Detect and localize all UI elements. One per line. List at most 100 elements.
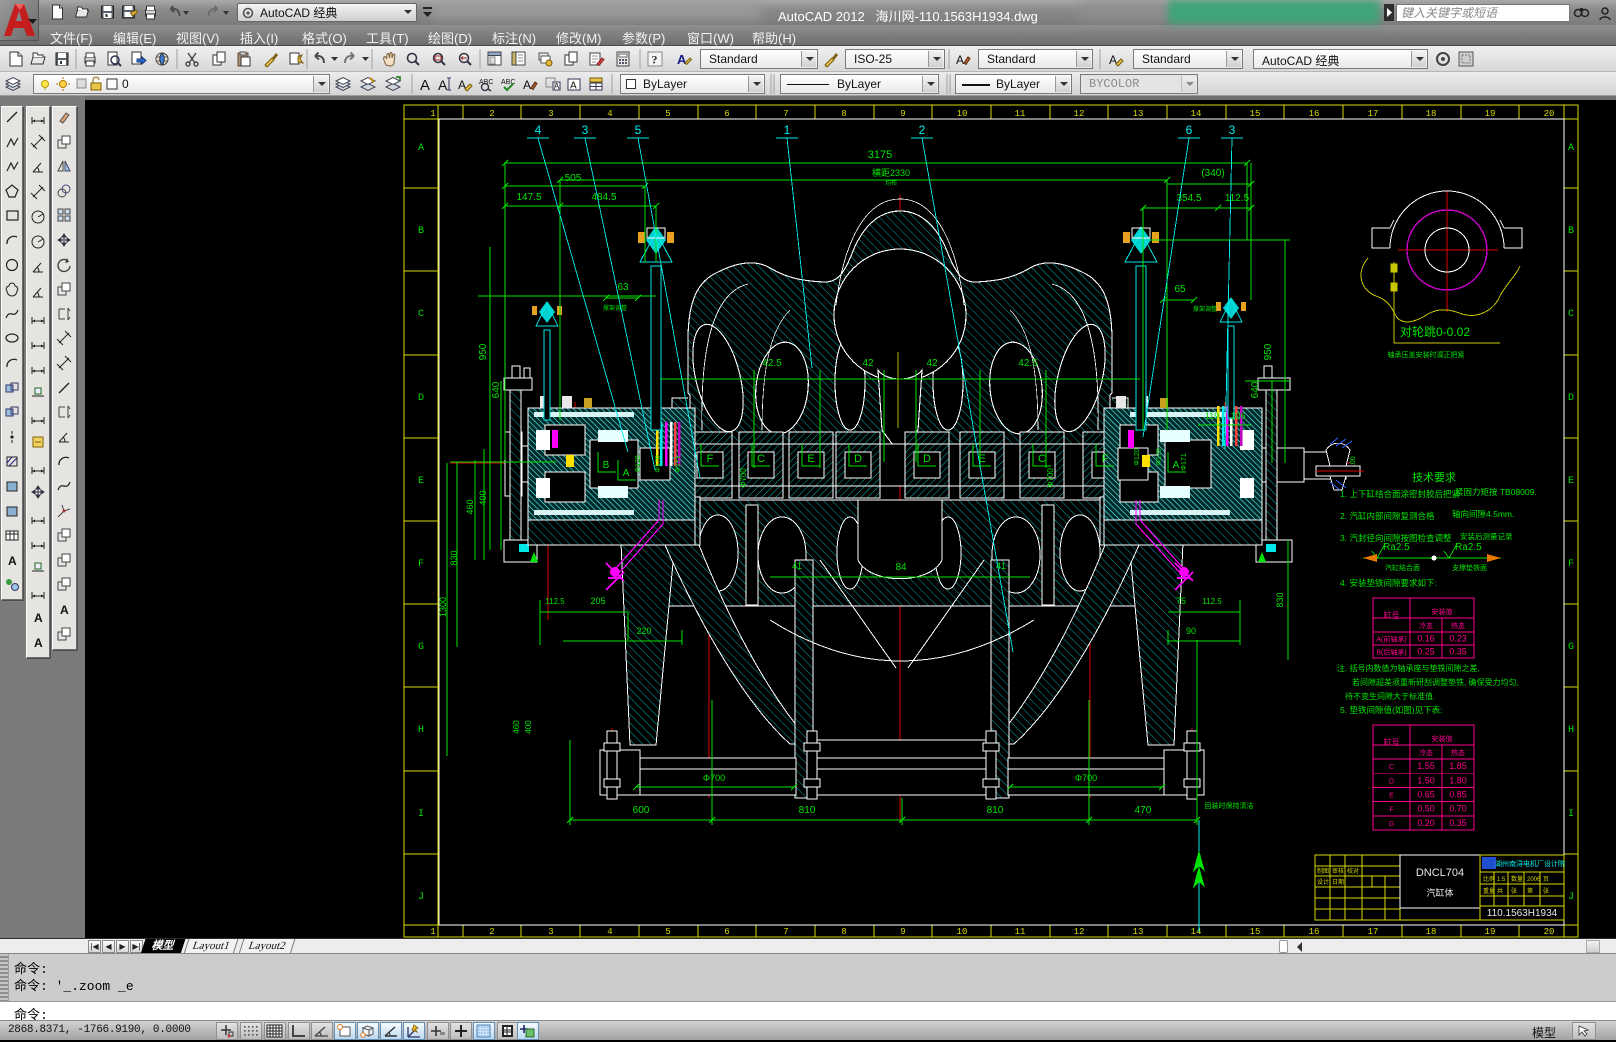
svg-text:Φ171: Φ171 [675,455,682,472]
svg-text:汽缸结合面: 汽缸结合面 [1385,563,1420,572]
svg-text:3175: 3175 [868,149,892,161]
svg-text:审核: 审核 [1332,867,1344,875]
svg-text:注. 括号内数值为轴承座与垫铁间隙之差,: 注. 括号内数值为轴承座与垫铁间隙之差, [1337,663,1480,673]
svg-text:110.1563H1934: 110.1563H1934 [1487,908,1558,919]
svg-text:A: A [418,143,424,154]
svg-text:1.55: 1.55 [1417,761,1435,771]
svg-text:41: 41 [792,561,802,571]
svg-text:撑架调整: 撑架调整 [1193,305,1217,313]
svg-text:0.50: 0.50 [1417,804,1435,814]
svg-text:支撑垫铁面: 支撑垫铁面 [1452,563,1487,572]
svg-text:G: G [1389,821,1394,828]
svg-text:42.5: 42.5 [762,358,782,369]
svg-text:20: 20 [1544,109,1555,119]
svg-text:0.35: 0.35 [1449,818,1467,828]
svg-text:对轮跳0-0.02: 对轮跳0-0.02 [1400,325,1470,339]
svg-text:安装后测量记录: 安装后测量记录 [1460,531,1513,541]
svg-text:1: 1 [784,123,791,137]
svg-text:C: C [757,453,765,465]
svg-text:42.5: 42.5 [1018,358,1038,369]
svg-text:6: 6 [1186,123,1193,137]
svg-text:共: 共 [1497,887,1503,895]
svg-text:H: H [1568,725,1574,736]
svg-text:校对: 校对 [1347,867,1359,875]
svg-text:2: 2 [489,109,494,119]
svg-text:18: 18 [1426,927,1437,937]
svg-text:Φ120: Φ120 [635,455,642,472]
svg-text:950: 950 [478,343,489,360]
svg-text:810: 810 [987,805,1004,816]
svg-text:1: 1 [430,109,435,119]
svg-text:缸号: 缸号 [1384,610,1400,620]
svg-text:A: A [623,468,630,479]
svg-text:B: B [418,226,424,237]
svg-text:A: A [1173,460,1180,471]
svg-text:G: G [1568,642,1574,653]
svg-text:D: D [1568,393,1574,404]
svg-text:220: 220 [636,626,651,636]
svg-text:1300: 1300 [438,597,448,617]
svg-text:F: F [1102,453,1109,465]
svg-text:400: 400 [478,490,488,505]
svg-text:技术要求: 技术要求 [1412,471,1456,484]
svg-text:紧固力矩按 TB08009.: 紧固力矩按 TB08009. [1455,487,1537,497]
svg-text:12: 12 [1074,927,1085,937]
svg-text:Ra2.5: Ra2.5 [1383,542,1410,553]
svg-text:J: J [1568,892,1574,903]
svg-text:9: 9 [900,109,905,119]
svg-text:12: 12 [1074,109,1085,119]
svg-text:Ra2.5: Ra2.5 [1455,542,1482,553]
svg-text:42: 42 [862,358,874,369]
svg-text:2: 2 [919,123,926,137]
svg-text:4: 4 [607,109,612,119]
svg-text:147.5: 147.5 [516,192,541,203]
svg-text:4. 安装垫铁间隙要求如下:: 4. 安装垫铁间隙要求如下: [1340,578,1437,588]
svg-text:600: 600 [633,805,650,816]
svg-text:19: 19 [1485,927,1496,937]
svg-text:1. 上下缸结合面涂密封胶后把紧: 1. 上下缸结合面涂密封胶后把紧 [1340,489,1460,499]
svg-text:18: 18 [1426,109,1437,119]
svg-text:回装时保持清洁: 回装时保持清洁 [1205,801,1254,810]
svg-text:E: E [418,476,424,487]
svg-text:10: 10 [957,927,968,937]
svg-text:5. 垫铁间隙值(如图)见下表:: 5. 垫铁间隙值(如图)见下表: [1340,705,1442,715]
svg-text:缸号: 缸号 [1384,737,1400,747]
svg-text:90: 90 [1186,626,1196,636]
svg-text:H: H [418,725,424,736]
svg-text:63: 63 [617,282,629,293]
svg-text:F: F [1568,559,1574,570]
svg-text:5: 5 [665,927,670,937]
svg-text:1.50: 1.50 [1417,775,1435,785]
svg-text:400: 400 [524,720,533,734]
svg-text:6: 6 [724,927,729,937]
svg-text:15: 15 [1250,927,1261,937]
svg-text:0.16: 0.16 [1417,634,1435,644]
svg-text:7: 7 [783,927,788,937]
svg-text:张: 张 [1511,887,1517,895]
svg-text:D: D [418,393,424,404]
svg-text:17: 17 [1368,927,1379,937]
svg-text:Φ171: Φ171 [1181,453,1188,470]
svg-text:制图: 制图 [1317,867,1329,875]
svg-text:950: 950 [1263,343,1274,360]
svg-text:16: 16 [1309,927,1320,937]
svg-text:2. 汽缸内部间隙复测合格: 2. 汽缸内部间隙复测合格 [1340,511,1435,521]
svg-text:75: 75 [1176,596,1186,606]
svg-text:2006: 2006 [1527,877,1541,883]
svg-text:830: 830 [1275,592,1285,607]
svg-text:9: 9 [900,927,905,937]
svg-text:2: 2 [489,927,494,937]
svg-text:B: B [1568,226,1574,237]
svg-text:均布: 均布 [885,179,897,187]
svg-text:3: 3 [582,123,589,137]
svg-text:热态: 热态 [1451,748,1465,757]
svg-text:460: 460 [465,499,475,514]
svg-text:日期: 日期 [1332,878,1344,886]
svg-text:470: 470 [1135,805,1152,816]
svg-text:E: E [807,453,814,465]
svg-text:I: I [418,809,424,820]
svg-text:5: 5 [635,123,642,137]
svg-text:B(后轴承): B(后轴承) [1376,648,1406,657]
svg-text:8: 8 [841,927,846,937]
svg-text:若间隙超差须重新研刮调整垫铁, 确保受力均匀,: 若间隙超差须重新研刮调整垫铁, 确保受力均匀, [1352,677,1519,687]
